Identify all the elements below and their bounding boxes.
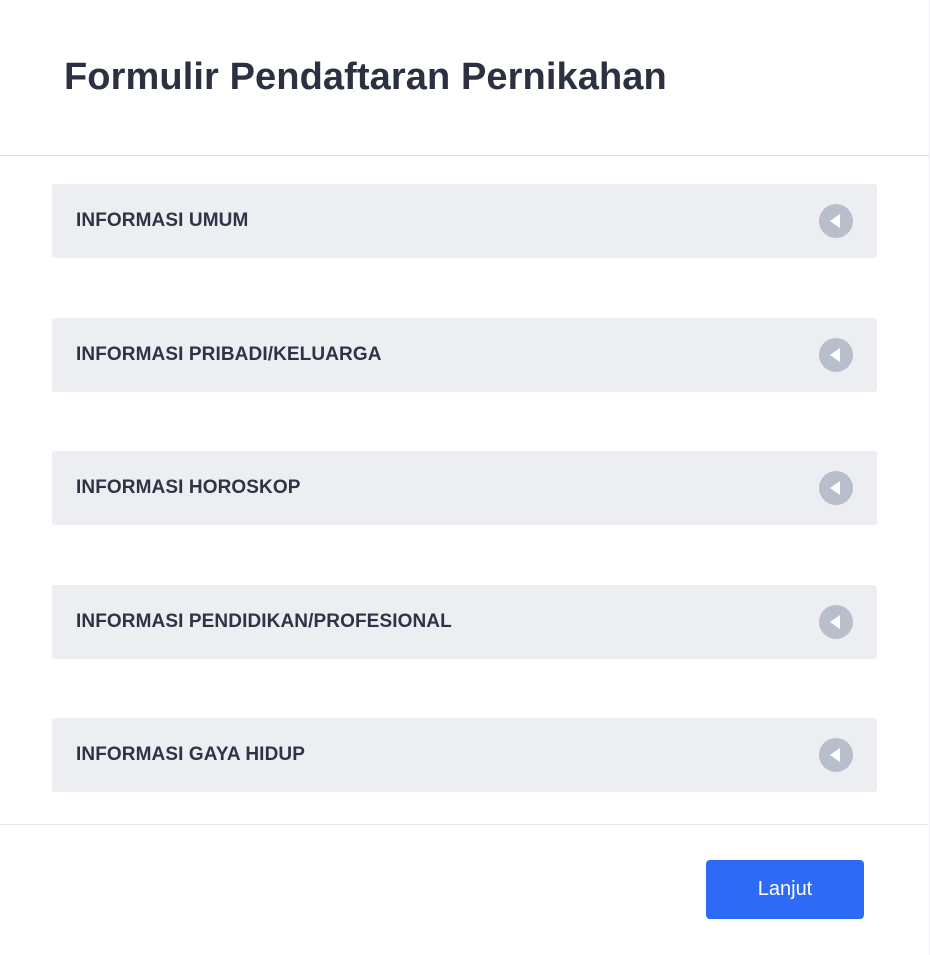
collapse-arrow-icon[interactable] xyxy=(819,604,853,639)
registration-form-dialog: Formulir Pendaftaran Pernikahan INFORMAS… xyxy=(0,0,930,955)
section-informasi-pribadi-keluarga[interactable]: INFORMASI PRIBADI/KELUARGA xyxy=(52,317,877,392)
dialog-header: Formulir Pendaftaran Pernikahan xyxy=(0,0,929,156)
section-label: INFORMASI GAYA HIDUP xyxy=(76,744,305,765)
section-informasi-umum[interactable]: INFORMASI UMUM xyxy=(52,184,877,258)
section-informasi-pendidikan-profesional[interactable]: INFORMASI PENDIDIKAN/PROFESIONAL xyxy=(52,584,877,659)
next-button[interactable]: Lanjut xyxy=(706,860,864,919)
page-title: Formulir Pendaftaran Pernikahan xyxy=(64,56,667,98)
dialog-footer: Lanjut xyxy=(0,825,929,954)
section-label: INFORMASI HOROSKOP xyxy=(76,477,301,498)
section-label: INFORMASI UMUM xyxy=(76,210,249,231)
section-label: INFORMASI PENDIDIKAN/PROFESIONAL xyxy=(76,610,452,632)
section-informasi-gaya-hidup[interactable]: INFORMASI GAYA HIDUP xyxy=(52,718,877,792)
collapse-arrow-icon[interactable] xyxy=(819,337,853,372)
collapse-arrow-icon[interactable] xyxy=(819,738,853,772)
section-informasi-horoskop[interactable]: INFORMASI HOROSKOP xyxy=(52,451,877,525)
collapse-arrow-icon[interactable] xyxy=(819,471,853,505)
accordion-sections: INFORMASI UMUM INFORMASI PRIBADI/KELUARG… xyxy=(0,156,929,825)
collapse-arrow-icon[interactable] xyxy=(819,204,853,238)
section-label: INFORMASI PRIBADI/KELUARGA xyxy=(76,343,382,365)
